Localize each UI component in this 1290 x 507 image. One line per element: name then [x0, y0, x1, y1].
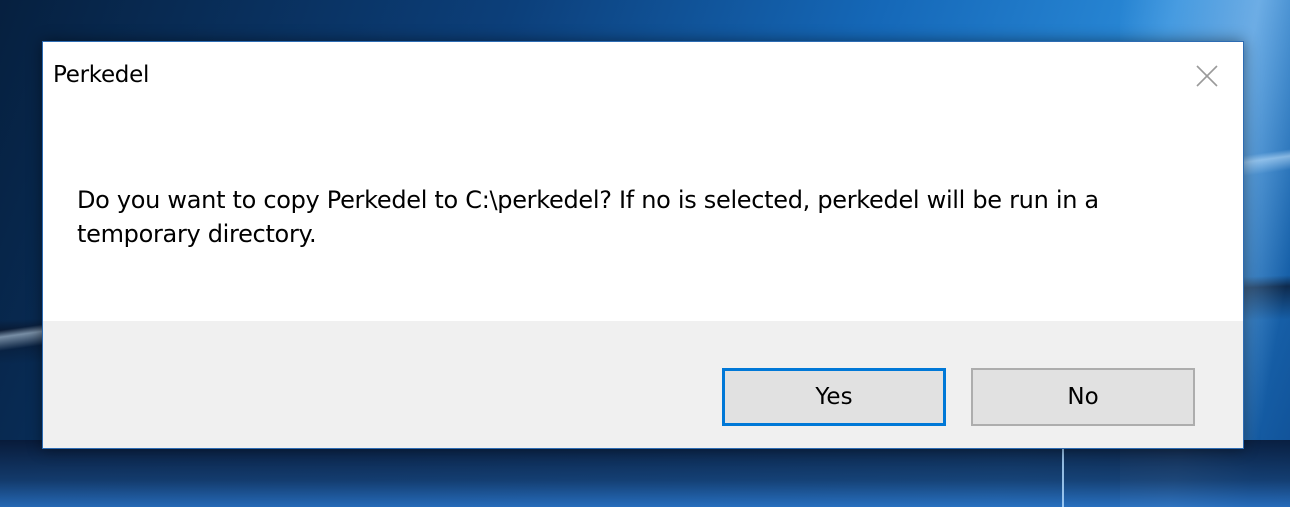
dialog-button-area: Yes No: [43, 321, 1243, 448]
no-button[interactable]: No: [971, 368, 1195, 426]
desktop-lower-band: [0, 440, 1290, 507]
yes-button[interactable]: Yes: [722, 368, 946, 426]
message-dialog: Perkedel Do you want to copy Perkedel to…: [42, 41, 1244, 449]
desktop-light-line: [1062, 448, 1064, 507]
dialog-title-bar[interactable]: Perkedel: [43, 42, 1243, 112]
dialog-message: Do you want to copy Perkedel to C:\perke…: [77, 186, 1099, 248]
close-icon: [1196, 65, 1218, 87]
close-button[interactable]: [1189, 58, 1225, 94]
dialog-title: Perkedel: [53, 62, 150, 88]
